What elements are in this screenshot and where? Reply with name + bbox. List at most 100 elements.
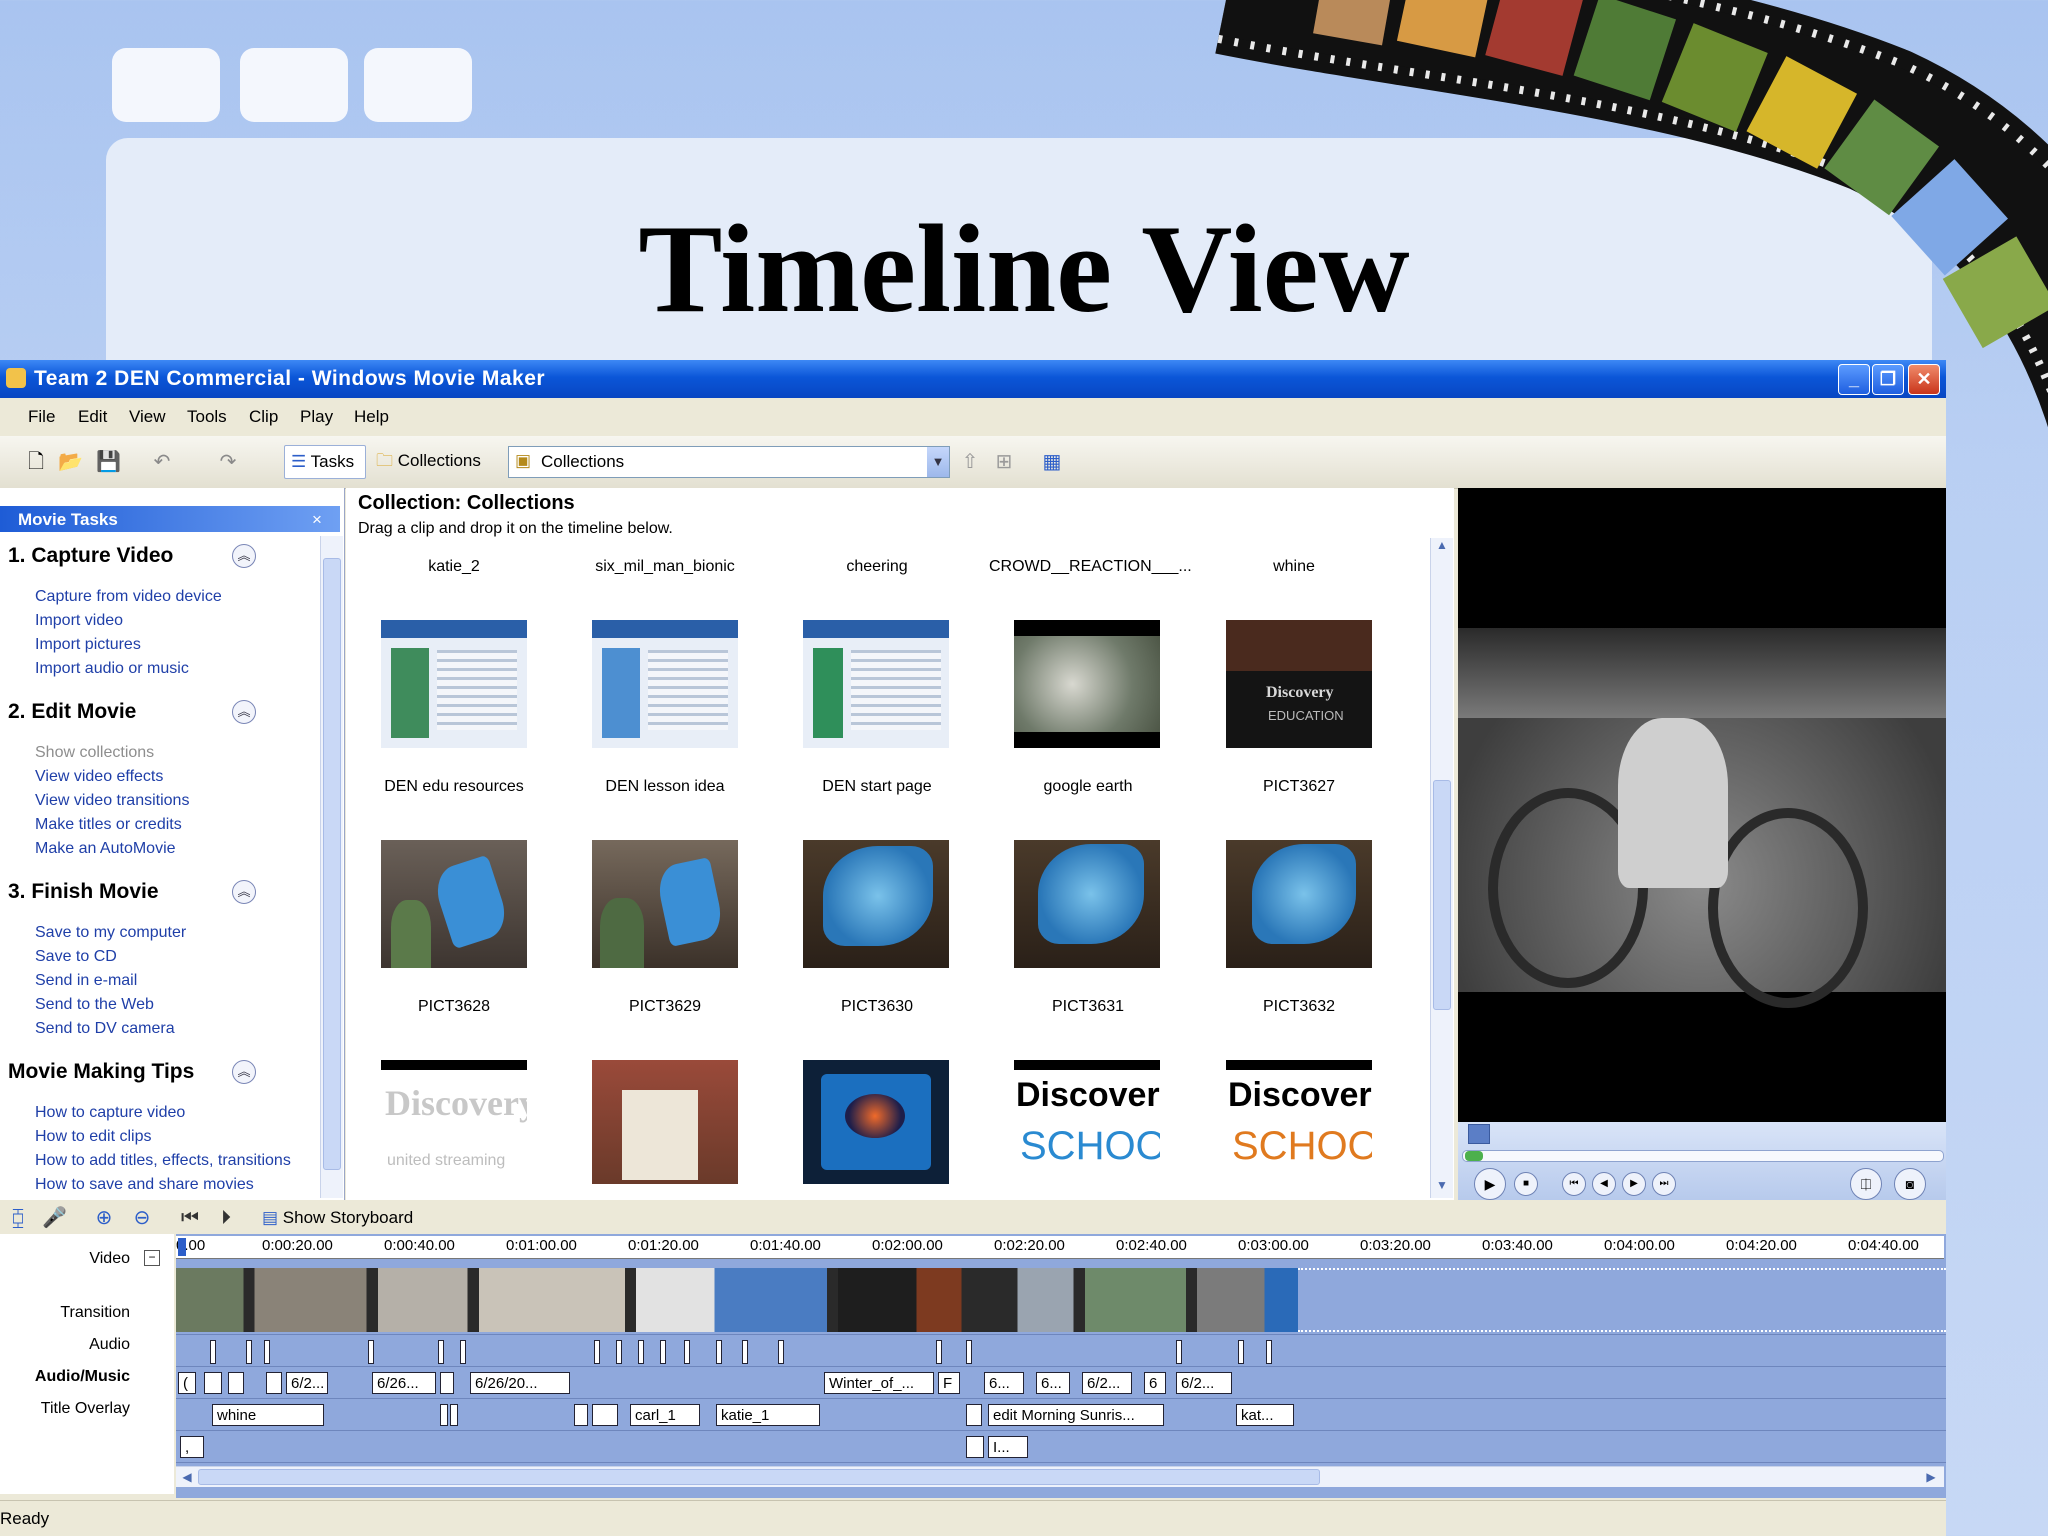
section-capture-video[interactable]: 1. Capture Video [8, 544, 173, 568]
audio-clip[interactable] [204, 1372, 222, 1394]
step-forward-icon[interactable]: ▶ [1622, 1172, 1646, 1196]
link-tip-edit[interactable]: How to edit clips [35, 1128, 152, 1146]
audio-clip[interactable]: 6/2... [1176, 1372, 1232, 1394]
transition-track[interactable] [176, 1336, 1946, 1367]
audio-clip[interactable]: 6/26/20... [470, 1372, 570, 1394]
transition-marker[interactable] [246, 1340, 252, 1364]
clip-thumbnail[interactable]: Discovery SCHOOL [1014, 1060, 1160, 1184]
scroll-thumb[interactable] [198, 1469, 1320, 1485]
play-icon[interactable]: ▶ [1474, 1168, 1506, 1200]
link-tip-titles[interactable]: How to add titles, effects, transitions [35, 1152, 291, 1170]
fullscreen-icon[interactable] [1468, 1124, 1490, 1144]
link-send-email[interactable]: Send in e-mail [35, 972, 137, 990]
menu-help[interactable]: Help [354, 407, 389, 427]
menu-clip[interactable]: Clip [249, 407, 278, 427]
split-clip-icon[interactable]: ⎅ [1850, 1168, 1882, 1200]
link-save-computer[interactable]: Save to my computer [35, 924, 186, 942]
transition-marker[interactable] [210, 1340, 216, 1364]
undo-icon[interactable]: ↶ [150, 450, 174, 474]
clip-thumbnail[interactable]: Discovery united streaming [381, 1060, 527, 1184]
clip-thumbnail[interactable] [1226, 840, 1372, 968]
clip-thumbnail[interactable] [803, 840, 949, 968]
playhead-marker[interactable] [178, 1238, 186, 1256]
collection-scrollbar[interactable]: ▲ ▼ [1430, 538, 1453, 1198]
music-clip[interactable]: edit Morning Sunris... [988, 1404, 1164, 1426]
music-clip[interactable] [450, 1404, 458, 1426]
scroll-down-icon[interactable]: ▼ [1431, 1178, 1453, 1198]
clip-thumbnail[interactable]: Discovery SCHOOL [1226, 1060, 1372, 1184]
clip-thumbnail[interactable] [381, 620, 527, 748]
link-send-web[interactable]: Send to the Web [35, 996, 154, 1014]
audio-clip[interactable]: 6/2... [1082, 1372, 1132, 1394]
clip-thumbnail[interactable] [1014, 840, 1160, 968]
audio-track[interactable]: ( 6/2... 6/26... 6/26/20... Winter_of_..… [176, 1368, 1946, 1399]
clip-thumbnail[interactable] [803, 620, 949, 748]
transition-marker[interactable] [1238, 1340, 1244, 1364]
menu-play[interactable]: Play [300, 407, 333, 427]
collapse-chevron-icon[interactable]: ︽ [232, 700, 256, 724]
scroll-thumb[interactable] [1433, 780, 1451, 1010]
scroll-thumb[interactable] [323, 558, 341, 1170]
clip-thumbnail[interactable] [381, 840, 527, 968]
camera-icon[interactable]: ◙ [1894, 1168, 1926, 1200]
set-audio-levels-icon[interactable]: ⧮ [6, 1206, 30, 1230]
audio-clip[interactable]: 6... [984, 1372, 1024, 1394]
transition-marker[interactable] [460, 1340, 466, 1364]
rewind-timeline-icon[interactable]: ⏮ [178, 1206, 202, 1230]
link-capture-from-device[interactable]: Capture from video device [35, 588, 222, 606]
music-clip[interactable] [440, 1404, 448, 1426]
link-import-video[interactable]: Import video [35, 612, 123, 630]
up-one-level-icon[interactable]: ⇧ [958, 450, 982, 474]
music-clip[interactable] [574, 1404, 588, 1426]
seek-thumb[interactable] [1465, 1151, 1483, 1161]
music-clip[interactable] [592, 1404, 618, 1426]
scroll-right-icon[interactable]: ▶ [1922, 1467, 1940, 1487]
menu-file[interactable]: File [28, 407, 55, 427]
audio-clip[interactable]: 6 [1144, 1372, 1166, 1394]
audio-clip[interactable]: Winter_of_... [824, 1372, 934, 1394]
narrate-timeline-icon[interactable]: 🎤 [42, 1206, 67, 1230]
link-import-pictures[interactable]: Import pictures [35, 636, 141, 654]
transition-marker[interactable] [438, 1340, 444, 1364]
transition-marker[interactable] [936, 1340, 942, 1364]
close-button[interactable]: ✕ [1908, 364, 1940, 395]
transition-marker[interactable] [264, 1340, 270, 1364]
transition-marker[interactable] [594, 1340, 600, 1364]
link-view-effects[interactable]: View video effects [35, 768, 163, 786]
maximize-button[interactable]: ❐ [1872, 364, 1904, 395]
minimize-button[interactable]: _ [1838, 364, 1870, 395]
transition-marker[interactable] [1266, 1340, 1272, 1364]
seek-bar[interactable] [1462, 1150, 1944, 1162]
next-frame-icon[interactable]: ⏭ [1652, 1172, 1676, 1196]
timeline-ruler[interactable]: 0.00 0:00:20.00 0:00:40.00 0:01:00.00 0:… [176, 1236, 1944, 1259]
zoom-in-icon[interactable]: ⊕ [92, 1206, 116, 1230]
audio-clip[interactable]: 6/2... [286, 1372, 328, 1394]
collapse-icon[interactable]: − [144, 1250, 160, 1266]
audio-clip[interactable]: 6... [1036, 1372, 1070, 1394]
stop-icon[interactable]: ■ [1514, 1172, 1538, 1196]
collapse-chevron-icon[interactable]: ︽ [232, 880, 256, 904]
transition-marker[interactable] [966, 1340, 972, 1364]
scroll-up-icon[interactable]: ▲ [1431, 538, 1453, 558]
transition-marker[interactable] [684, 1340, 690, 1364]
link-import-audio[interactable]: Import audio or music [35, 660, 189, 678]
audio-clip[interactable] [440, 1372, 454, 1394]
link-tip-capture[interactable]: How to capture video [35, 1104, 185, 1122]
audio-clip[interactable]: 6/26... [372, 1372, 436, 1394]
clip-thumbnail[interactable] [592, 840, 738, 968]
play-timeline-icon[interactable]: ⏵ [214, 1206, 238, 1230]
audio-clip[interactable]: F [938, 1372, 960, 1394]
zoom-out-icon[interactable]: ⊖ [130, 1206, 154, 1230]
video-track[interactable] [176, 1266, 1946, 1335]
link-send-dv[interactable]: Send to DV camera [35, 1020, 175, 1038]
transition-marker[interactable] [778, 1340, 784, 1364]
save-project-icon[interactable]: 💾 [96, 450, 121, 474]
transition-marker[interactable] [638, 1340, 644, 1364]
previous-frame-icon[interactable]: ⏮ [1562, 1172, 1586, 1196]
audio-clip[interactable] [228, 1372, 244, 1394]
clip-thumbnail[interactable] [1014, 620, 1160, 748]
link-save-cd[interactable]: Save to CD [35, 948, 117, 966]
title-overlay-clip[interactable]: , [180, 1436, 204, 1458]
link-make-titles[interactable]: Make titles or credits [35, 816, 182, 834]
menu-tools[interactable]: Tools [187, 407, 227, 427]
